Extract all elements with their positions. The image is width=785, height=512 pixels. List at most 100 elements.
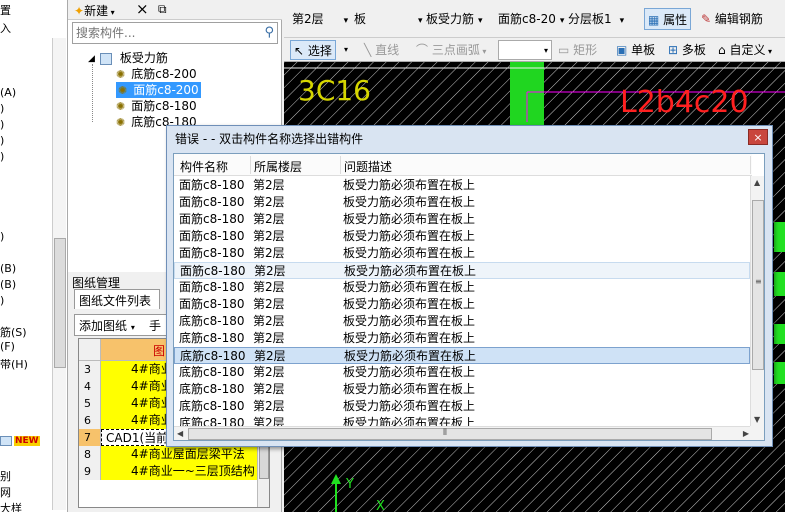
error-row[interactable]: 面筋c8-180 第2层 板受力筋必须布置在板上 (174, 279, 750, 296)
subtype-select[interactable]: 板受力筋 ▾ (426, 9, 483, 29)
left-panel-item[interactable]: 网 (0, 484, 11, 500)
tree-item[interactable]: ✺ 面筋c8-180 (116, 98, 197, 114)
chevron-down-icon: ▾ (343, 16, 349, 26)
left-panel-item[interactable]: (F) (0, 340, 15, 353)
new-icon: ✦ (74, 4, 85, 18)
rect-button[interactable]: ▭ 矩形 (558, 40, 597, 60)
error-row[interactable]: 面筋c8-180 第2层 板受力筋必须布置在板上 (174, 228, 750, 245)
error-floor: 第2层 (253, 297, 285, 311)
error-row[interactable]: 底筋c8-180 第2层 板受力筋必须布置在板上 (174, 398, 750, 415)
error-row[interactable]: 面筋c8-180 第2层 板受力筋必须布置在板上 (174, 262, 750, 279)
tree-toolbar: ✦新建 ▾ × ⧉ (68, 0, 282, 20)
new-badge: NEW (14, 436, 40, 446)
error-row[interactable]: 底筋c8-180 第2层 板受力筋必须布置在板上 (174, 381, 750, 398)
error-list-hscrollbar[interactable]: ◀ ⦀ ▶ (174, 426, 752, 440)
column-description[interactable]: 问题描述 (344, 158, 392, 175)
left-panel-item[interactable]: ) (0, 102, 4, 115)
error-row[interactable]: 底筋c8-180 第2层 板受力筋必须布置在板上 (174, 364, 750, 381)
left-panel-item[interactable]: ) (0, 118, 4, 131)
tree-item[interactable]: ✺ 面筋c8-200 (116, 82, 201, 98)
scroll-right-icon[interactable]: ▶ (743, 429, 749, 438)
tree-search-input[interactable] (73, 23, 253, 43)
left-panel-item[interactable]: 带(H) (0, 356, 28, 372)
chevron-down-icon: ▾ (418, 16, 423, 26)
arc-button[interactable]: ⌒ 三点画弧 ▾ (416, 40, 486, 60)
grid-icon (100, 52, 112, 65)
scroll-thumb[interactable] (54, 238, 66, 368)
error-row[interactable]: 面筋c8-180 第2层 板受力筋必须布置在板上 (174, 245, 750, 262)
custom-button[interactable]: ⌂ 自定义 ▾ (718, 40, 772, 60)
error-row[interactable]: 底筋c8-180 第2层 板受力筋必须布置在板上 (174, 313, 750, 330)
scroll-left-icon[interactable]: ◀ (177, 429, 183, 438)
drawing-row[interactable]: 9 4#商业一~三层顶结构 (79, 463, 259, 480)
scroll-thumb[interactable]: ⦀ (188, 428, 712, 440)
error-row[interactable]: 面筋c8-180 第2层 板受力筋必须布置在板上 (174, 296, 750, 313)
new-button[interactable]: ✦新建 ▾ (74, 2, 115, 19)
manual-button[interactable]: 手 (149, 317, 161, 334)
layer-select[interactable]: 分层板1 ▾ (568, 9, 624, 29)
row-number: 6 (79, 412, 101, 429)
rebar-icon: ✺ (116, 68, 126, 81)
style-select[interactable]: ▾ (498, 40, 552, 60)
left-panel-item[interactable]: ) (0, 294, 4, 307)
error-row[interactable]: 面筋c8-180 第2层 板受力筋必须布置在板上 (174, 177, 750, 194)
search-icon[interactable]: ⚲ (264, 25, 274, 40)
error-floor: 第2层 (254, 264, 286, 278)
scroll-thumb[interactable]: ≡ (752, 200, 764, 370)
left-panel-item[interactable]: ) (0, 230, 4, 243)
edit-rebar-button[interactable]: ✎ 编辑钢筋 (698, 8, 766, 30)
cad-label-3c16: 3C16 (298, 74, 371, 107)
column-floor[interactable]: 所属楼层 (254, 158, 302, 175)
error-component-name: 面筋c8-180 (179, 212, 245, 226)
line-button[interactable]: ╲ 直线 (364, 40, 399, 60)
error-list-header: 构件名称 所属楼层 问题描述 (174, 154, 752, 176)
drawing-row[interactable]: 8 4#商业屋面层梁平法 (79, 446, 259, 463)
error-description: 板受力筋必须布置在板上 (343, 399, 476, 413)
error-floor: 第2层 (254, 349, 286, 363)
component-select[interactable]: 面筋c8-20 ▾ (498, 9, 564, 29)
close-icon[interactable]: × (748, 129, 768, 145)
left-panel-item[interactable]: ) (0, 150, 4, 163)
single-board-icon: ▣ (616, 43, 628, 57)
property-button[interactable]: ▦ 属性 (644, 8, 692, 30)
tree-item[interactable]: ✺ 底筋c8-200 (116, 66, 197, 82)
copy-icon[interactable]: ⧉ (158, 2, 167, 17)
left-panel-item[interactable]: (B) (0, 278, 16, 291)
error-component-name: 面筋c8-180 (179, 195, 245, 209)
floor-select[interactable]: 第2层 ▾ (292, 9, 348, 29)
error-description: 板受力筋必须布置在板上 (343, 314, 476, 328)
left-panel-scrollbar[interactable] (52, 38, 66, 510)
left-panel-item[interactable]: 入 (0, 20, 11, 36)
tree-search-box[interactable]: ⚲ (72, 22, 278, 44)
left-panel-item[interactable]: (A) (0, 86, 16, 99)
tab-drawing-file-list[interactable]: 图纸文件列表 (74, 289, 160, 309)
error-row[interactable]: 底筋c8-180 第2层 板受力筋必须布置在板上 (174, 330, 750, 347)
line-icon: ╲ (364, 43, 372, 57)
error-list-vscrollbar[interactable]: ▲ ≡ ▼ (750, 176, 764, 426)
multi-board-icon: ⊞ (668, 43, 679, 57)
select-button[interactable]: ↖ 选择 (290, 40, 336, 60)
left-panel-item[interactable]: 大样 (0, 500, 22, 512)
left-panel-item[interactable]: 别 (0, 468, 11, 484)
row-number: 3 (79, 361, 101, 378)
error-row[interactable]: 底筋c8-180 第2层 板受力筋必须布置在板上 (174, 347, 750, 364)
scroll-up-icon[interactable]: ▲ (754, 178, 760, 187)
column-component-name[interactable]: 构件名称 (180, 158, 228, 175)
error-row[interactable]: 面筋c8-180 第2层 板受力筋必须布置在板上 (174, 194, 750, 211)
tree-root[interactable]: 板受力筋 (100, 50, 168, 66)
type-select[interactable]: 板 ▾ (354, 9, 423, 29)
left-panel-item[interactable]: (B) (0, 262, 16, 275)
left-panel-item[interactable]: 置 (0, 2, 11, 18)
delete-icon[interactable]: × (136, 0, 149, 18)
select-dropdown-icon[interactable]: ▾ (344, 40, 348, 60)
multi-board-button[interactable]: ⊞ 多板 (668, 40, 706, 60)
left-panel-item[interactable]: 筋(S) (0, 324, 27, 340)
scroll-down-icon[interactable]: ▼ (754, 415, 760, 424)
error-component-name: 底筋c8-180 (179, 365, 245, 379)
single-board-button[interactable]: ▣ 单板 (616, 40, 655, 60)
error-row[interactable]: 面筋c8-180 第2层 板受力筋必须布置在板上 (174, 211, 750, 228)
error-component-name: 面筋c8-180 (179, 280, 245, 294)
left-panel-item[interactable]: ) (0, 134, 4, 147)
add-drawing-button[interactable]: 添加图纸 ▾ (79, 317, 135, 334)
error-component-name: 底筋c8-180 (179, 314, 245, 328)
